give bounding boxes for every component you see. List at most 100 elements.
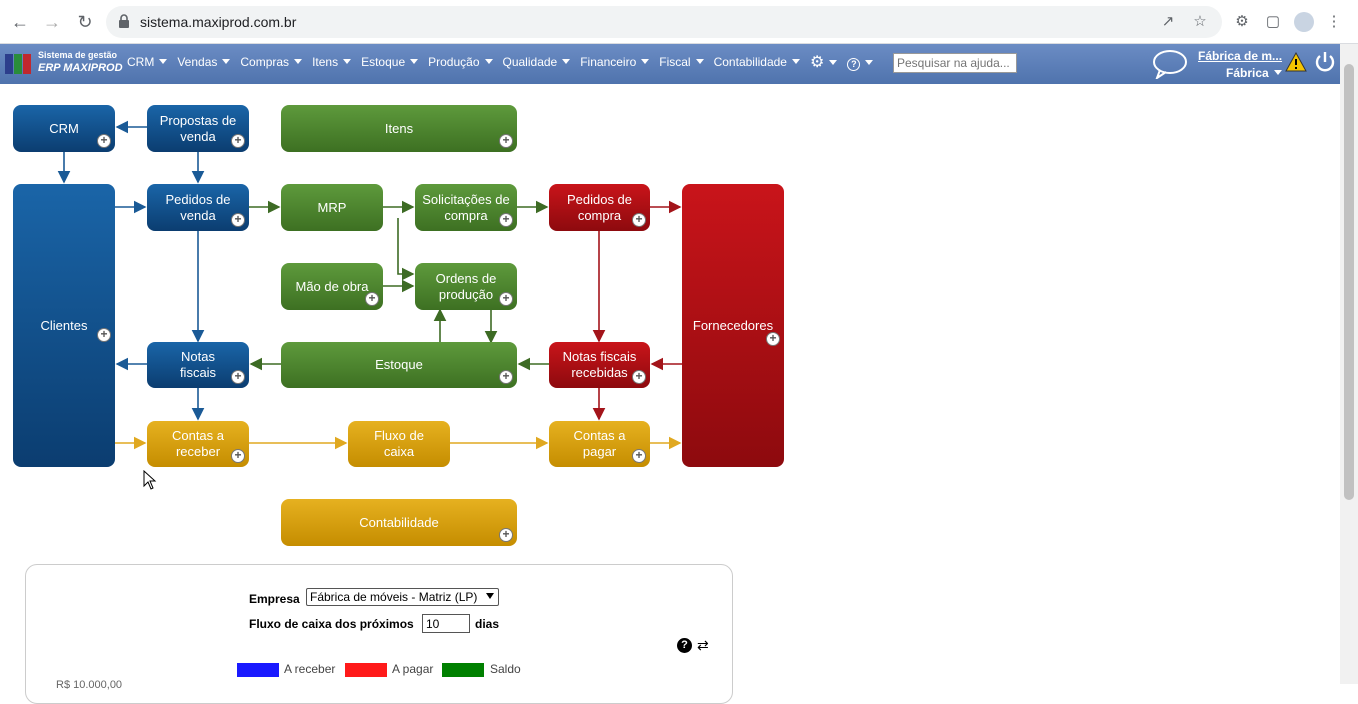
reload-icon[interactable]: ↻: [73, 10, 97, 34]
menu-label: Itens: [312, 55, 339, 69]
box-label: Fluxo de caixa: [374, 428, 424, 459]
menu-crm[interactable]: CRM: [127, 55, 168, 72]
plus-icon[interactable]: +: [499, 528, 513, 542]
flow-box-fornecedores[interactable]: Fornecedores +: [682, 184, 784, 467]
box-label: Pedidos de compra: [566, 191, 633, 223]
flow-box-pedidos-de-compra[interactable]: Pedidos de compra +: [549, 184, 650, 231]
caret-down-icon: [294, 59, 303, 64]
menu-financeiro[interactable]: Financeiro: [580, 55, 650, 72]
box-label: MRP: [317, 199, 347, 215]
menu-label: Vendas: [177, 55, 218, 69]
profile-avatar[interactable]: [1294, 12, 1314, 32]
more-menu-icon[interactable]: ⋮: [1324, 12, 1344, 32]
box-label: Ordens de produção: [435, 270, 497, 302]
caret-down-icon: [562, 59, 571, 64]
forward-icon[interactable]: →: [40, 10, 64, 34]
back-icon[interactable]: ←: [8, 10, 32, 34]
empresa-selected-value: Fábrica de móveis - Matriz (LP): [310, 590, 478, 604]
legend-swatch-a-pagar: [345, 663, 387, 677]
plus-icon[interactable]: +: [231, 134, 245, 148]
flow-box-contas-a-pagar[interactable]: Contas a pagar +: [549, 421, 650, 467]
scrollbar-thumb[interactable]: [1344, 64, 1354, 500]
side-panel-icon[interactable]: ▢: [1263, 12, 1283, 32]
menu-compras[interactable]: Compras: [240, 55, 303, 72]
company-selector[interactable]: Fábrica: [1226, 66, 1282, 80]
settings-menu[interactable]: ⚙: [809, 52, 838, 72]
caret-down-icon: [343, 59, 352, 64]
menu-label: CRM: [127, 55, 155, 69]
plus-icon[interactable]: +: [231, 449, 245, 463]
chat-bubble-icon[interactable]: [1152, 49, 1188, 79]
plus-icon[interactable]: +: [499, 213, 513, 227]
flow-arrows: [57, 120, 682, 450]
legend-label-saldo: Saldo: [490, 662, 521, 676]
box-label: Notas fiscais: [179, 349, 217, 380]
logo-title: ERP MAXIPROD: [38, 62, 123, 74]
flow-box-mrp[interactable]: MRP: [281, 184, 383, 231]
warning-icon[interactable]: [1285, 52, 1307, 72]
flow-box-notas-fiscais-recebidas[interactable]: Notas fiscais recebidas +: [549, 342, 650, 388]
menu-producao[interactable]: Produção: [428, 55, 493, 72]
menu-itens[interactable]: Itens: [312, 55, 352, 72]
menu-label: Financeiro: [580, 55, 637, 69]
refresh-icon[interactable]: ⇄: [697, 637, 709, 654]
share-icon[interactable]: ↗: [1158, 12, 1178, 32]
box-label: Mão de obra: [295, 278, 369, 294]
plus-icon[interactable]: +: [766, 332, 780, 346]
company-sub-label: Fábrica: [1226, 66, 1269, 80]
company-link[interactable]: Fábrica de m...: [1198, 49, 1282, 63]
box-label: Propostas de venda: [159, 112, 237, 144]
empresa-select[interactable]: Fábrica de móveis - Matriz (LP): [306, 588, 499, 606]
flow-box-ordens-de-producao[interactable]: Ordens de produção +: [415, 263, 517, 310]
plus-icon[interactable]: +: [97, 328, 111, 342]
extensions-icon[interactable]: ⚙: [1232, 12, 1252, 32]
dias-label: dias: [475, 617, 500, 631]
help-search-input[interactable]: [893, 53, 1017, 73]
plus-icon[interactable]: +: [365, 292, 379, 306]
menu-estoque[interactable]: Estoque: [361, 55, 419, 72]
plus-icon[interactable]: +: [499, 292, 513, 306]
flow-box-estoque[interactable]: Estoque +: [281, 342, 517, 388]
page-scrollbar[interactable]: [1340, 44, 1358, 684]
fluxo-label: Fluxo de caixa dos próximos: [249, 617, 414, 631]
flow-box-clientes[interactable]: Clientes +: [13, 184, 115, 467]
caret-down-icon: [865, 60, 874, 65]
menu-qualidade[interactable]: Qualidade: [503, 55, 571, 72]
menu-fiscal[interactable]: Fiscal: [659, 55, 704, 72]
empresa-label: Empresa: [249, 592, 300, 606]
flow-box-contas-a-receber[interactable]: Contas a receber +: [147, 421, 249, 467]
help-icon[interactable]: ?: [677, 638, 692, 653]
plus-icon[interactable]: +: [499, 134, 513, 148]
legend-label-a-pagar: A pagar: [392, 662, 434, 676]
flow-box-notas-fiscais[interactable]: Notas fiscais +: [147, 342, 249, 388]
plus-icon[interactable]: +: [231, 213, 245, 227]
menu-vendas[interactable]: Vendas: [177, 55, 231, 72]
menu-label: Contabilidade: [713, 55, 787, 69]
flow-box-contabilidade[interactable]: Contabilidade +: [281, 499, 517, 546]
flow-box-crm[interactable]: CRM +: [13, 105, 115, 152]
menu-contabilidade[interactable]: Contabilidade: [714, 55, 800, 72]
dias-input[interactable]: [422, 614, 470, 633]
caret-down-icon: [410, 59, 419, 64]
flow-box-itens[interactable]: Itens +: [281, 105, 517, 152]
box-label: Contabilidade: [359, 514, 439, 530]
plus-icon[interactable]: +: [632, 370, 646, 384]
plus-icon[interactable]: +: [499, 370, 513, 384]
bookmark-star-icon[interactable]: ☆: [1190, 12, 1210, 32]
plus-icon[interactable]: +: [231, 370, 245, 384]
address-bar[interactable]: sistema.maxiprod.com.br ↗ ☆: [106, 6, 1222, 38]
browser-chrome: ← → ↻ sistema.maxiprod.com.br ↗ ☆ ⚙ ▢ ⋮: [0, 0, 1358, 44]
legend-swatch-saldo: [442, 663, 484, 677]
box-label: Notas fiscais recebidas: [562, 349, 637, 380]
plus-icon[interactable]: +: [632, 449, 646, 463]
flow-box-fluxo-de-caixa[interactable]: Fluxo de caixa: [348, 421, 450, 467]
flow-box-solicitacoes-de-compra[interactable]: Solicitações de compra +: [415, 184, 517, 231]
gear-icon: ⚙: [809, 54, 825, 71]
flow-box-mao-de-obra[interactable]: Mão de obra +: [281, 263, 383, 310]
help-menu[interactable]: ?: [847, 55, 874, 72]
plus-icon[interactable]: +: [97, 134, 111, 148]
power-icon[interactable]: [1314, 51, 1336, 73]
flow-box-propostas-de-venda[interactable]: Propostas de venda +: [147, 105, 249, 152]
plus-icon[interactable]: +: [632, 213, 646, 227]
flow-box-pedidos-de-venda[interactable]: Pedidos de venda +: [147, 184, 249, 231]
